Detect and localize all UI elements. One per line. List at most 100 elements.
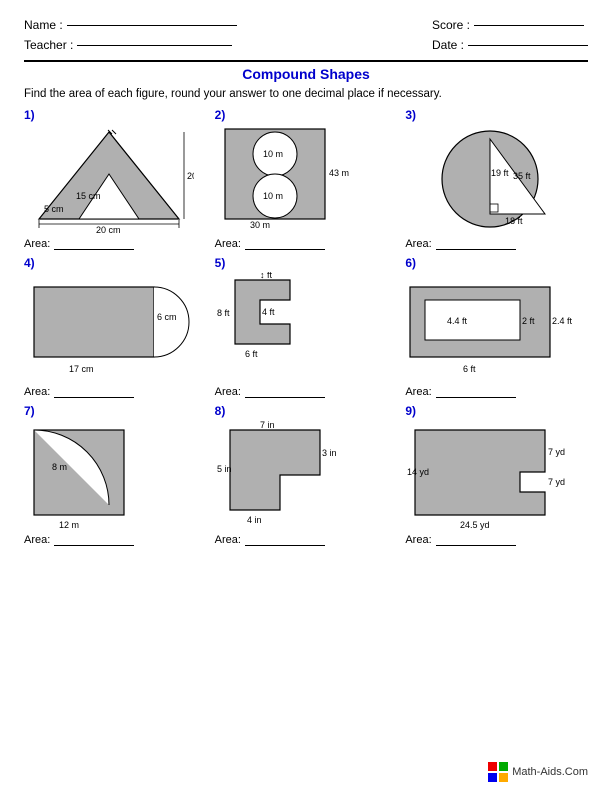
problem-7: 7) 8 m 12 m Area: bbox=[24, 404, 207, 546]
svg-text:30 m: 30 m bbox=[250, 220, 270, 230]
svg-text:20 cm: 20 cm bbox=[96, 225, 121, 234]
area-answer-6[interactable] bbox=[436, 386, 516, 398]
name-label: Name : bbox=[24, 18, 63, 32]
svg-2: 10 m 10 m 43 m 30 m bbox=[215, 124, 385, 234]
svg-text:4 ft: 4 ft bbox=[262, 307, 275, 317]
svg-text:19 ft: 19 ft bbox=[491, 168, 509, 178]
name-line: Name : bbox=[24, 18, 237, 32]
date-field[interactable] bbox=[468, 45, 588, 46]
header: Name : Teacher : Score : Date : bbox=[24, 18, 588, 52]
area-label-6: Area: bbox=[405, 386, 431, 398]
svg-text:12 m: 12 m bbox=[59, 520, 79, 530]
problem-4-num: 4) bbox=[24, 256, 35, 270]
divider bbox=[24, 60, 588, 62]
area-answer-7[interactable] bbox=[54, 534, 134, 546]
area-8: Area: bbox=[215, 534, 325, 546]
page-title: Compound Shapes bbox=[24, 66, 588, 82]
area-4: Area: bbox=[24, 386, 134, 398]
svg-text:17 cm: 17 cm bbox=[69, 364, 94, 374]
problem-8: 8) 7 in 5 in 3 in 4 in Area: bbox=[215, 404, 398, 546]
problem-8-num: 8) bbox=[215, 404, 226, 418]
problem-7-num: 7) bbox=[24, 404, 35, 418]
area-answer-5[interactable] bbox=[245, 386, 325, 398]
teacher-field[interactable] bbox=[77, 45, 232, 46]
problems-grid: 1) 20 cm 15 cm 5 cm bbox=[24, 108, 588, 546]
problem-3: 3) 19 ft 35 ft 18 ft Area: bbox=[405, 108, 588, 250]
figure-1: 20 cm 15 cm 5 cm 20 cm bbox=[24, 124, 194, 234]
area-answer-4[interactable] bbox=[54, 386, 134, 398]
problem-3-num: 3) bbox=[405, 108, 416, 122]
figure-7: 8 m 12 m bbox=[24, 420, 194, 530]
area-label-4: Area: bbox=[24, 386, 50, 398]
score-label: Score : bbox=[432, 18, 470, 32]
area-label-7: Area: bbox=[24, 534, 50, 546]
date-label: Date : bbox=[432, 38, 464, 52]
figure-4: 6 cm 17 cm bbox=[24, 272, 194, 382]
svg-text:14 yd: 14 yd bbox=[407, 467, 429, 477]
area-5: Area: bbox=[215, 386, 325, 398]
svg-4: 6 cm 17 cm bbox=[24, 272, 194, 382]
problem-6: 6) 4.4 ft 2 ft 2.4 ft 6 ft Area: bbox=[405, 256, 588, 398]
name-field[interactable] bbox=[67, 25, 237, 26]
svg-text:18 ft: 18 ft bbox=[505, 216, 523, 226]
svg-text:4 in: 4 in bbox=[247, 515, 262, 525]
svg-text:2 ft: 2 ft bbox=[522, 316, 535, 326]
svg-text:8 ft: 8 ft bbox=[217, 308, 230, 318]
svg-3: 19 ft 35 ft 18 ft bbox=[405, 124, 575, 234]
area-6: Area: bbox=[405, 386, 515, 398]
footer: Math-Aids.Com bbox=[488, 762, 588, 782]
svg-text:7 yd: 7 yd bbox=[548, 447, 565, 457]
figure-2: 10 m 10 m 43 m 30 m bbox=[215, 124, 385, 234]
svg-7: 8 m 12 m bbox=[24, 420, 194, 530]
figure-5: ↕ ft 8 ft 4 ft 6 ft bbox=[215, 272, 385, 382]
svg-text:5 cm: 5 cm bbox=[44, 204, 64, 214]
svg-6: 4.4 ft 2 ft 2.4 ft 6 ft bbox=[405, 272, 575, 382]
area-label-2: Area: bbox=[215, 238, 241, 250]
area-7: Area: bbox=[24, 534, 134, 546]
svg-text:7 yd: 7 yd bbox=[548, 477, 565, 487]
problem-1-num: 1) bbox=[24, 108, 35, 122]
area-label-9: Area: bbox=[405, 534, 431, 546]
area-answer-8[interactable] bbox=[245, 534, 325, 546]
svg-text:3 in: 3 in bbox=[322, 448, 337, 458]
svg-1: 20 cm 15 cm 5 cm 20 cm bbox=[24, 124, 194, 234]
header-left: Name : Teacher : bbox=[24, 18, 237, 52]
area-answer-3[interactable] bbox=[436, 238, 516, 250]
svg-text:15 cm: 15 cm bbox=[76, 191, 101, 201]
teacher-line: Teacher : bbox=[24, 38, 237, 52]
area-answer-2[interactable] bbox=[245, 238, 325, 250]
svg-text:24.5 yd: 24.5 yd bbox=[460, 520, 490, 530]
svg-text:10 m: 10 m bbox=[263, 149, 283, 159]
figure-8: 7 in 5 in 3 in 4 in bbox=[215, 420, 385, 530]
svg-text:4.4 ft: 4.4 ft bbox=[447, 316, 468, 326]
date-line: Date : bbox=[432, 38, 588, 52]
problem-6-num: 6) bbox=[405, 256, 416, 270]
area-answer-1[interactable] bbox=[54, 238, 134, 250]
svg-text:6 ft: 6 ft bbox=[245, 349, 258, 359]
footer-logo bbox=[488, 762, 508, 782]
figure-9: 14 yd 7 yd 7 yd 24.5 yd bbox=[405, 420, 575, 530]
problem-5: 5) ↕ ft 8 ft 4 ft 6 ft Ar bbox=[215, 256, 398, 398]
svg-text:43 m: 43 m bbox=[329, 168, 349, 178]
problem-4: 4) 6 cm 17 cm Area: bbox=[24, 256, 207, 398]
svg-8: 7 in 5 in 3 in 4 in bbox=[215, 420, 385, 530]
instructions: Find the area of each figure, round your… bbox=[24, 88, 588, 100]
area-label-1: Area: bbox=[24, 238, 50, 250]
problem-2: 2) 10 m 10 m 43 m 30 m bbox=[215, 108, 398, 250]
score-field[interactable] bbox=[474, 25, 584, 26]
problem-5-num: 5) bbox=[215, 256, 226, 270]
svg-text:6 ft: 6 ft bbox=[463, 364, 476, 374]
problem-1: 1) 20 cm 15 cm 5 cm bbox=[24, 108, 207, 250]
page: Name : Teacher : Score : Date : Compound… bbox=[0, 0, 612, 792]
svg-text:8 m: 8 m bbox=[52, 462, 67, 472]
problem-9-num: 9) bbox=[405, 404, 416, 418]
area-1: Area: bbox=[24, 238, 134, 250]
svg-text:2.4 ft: 2.4 ft bbox=[552, 316, 573, 326]
area-answer-9[interactable] bbox=[436, 534, 516, 546]
figure-3: 19 ft 35 ft 18 ft bbox=[405, 124, 575, 234]
svg-text:10 m: 10 m bbox=[263, 191, 283, 201]
area-label-8: Area: bbox=[215, 534, 241, 546]
svg-text:20 cm: 20 cm bbox=[187, 171, 194, 181]
svg-9: 14 yd 7 yd 7 yd 24.5 yd bbox=[405, 420, 575, 530]
area-9: Area: bbox=[405, 534, 515, 546]
